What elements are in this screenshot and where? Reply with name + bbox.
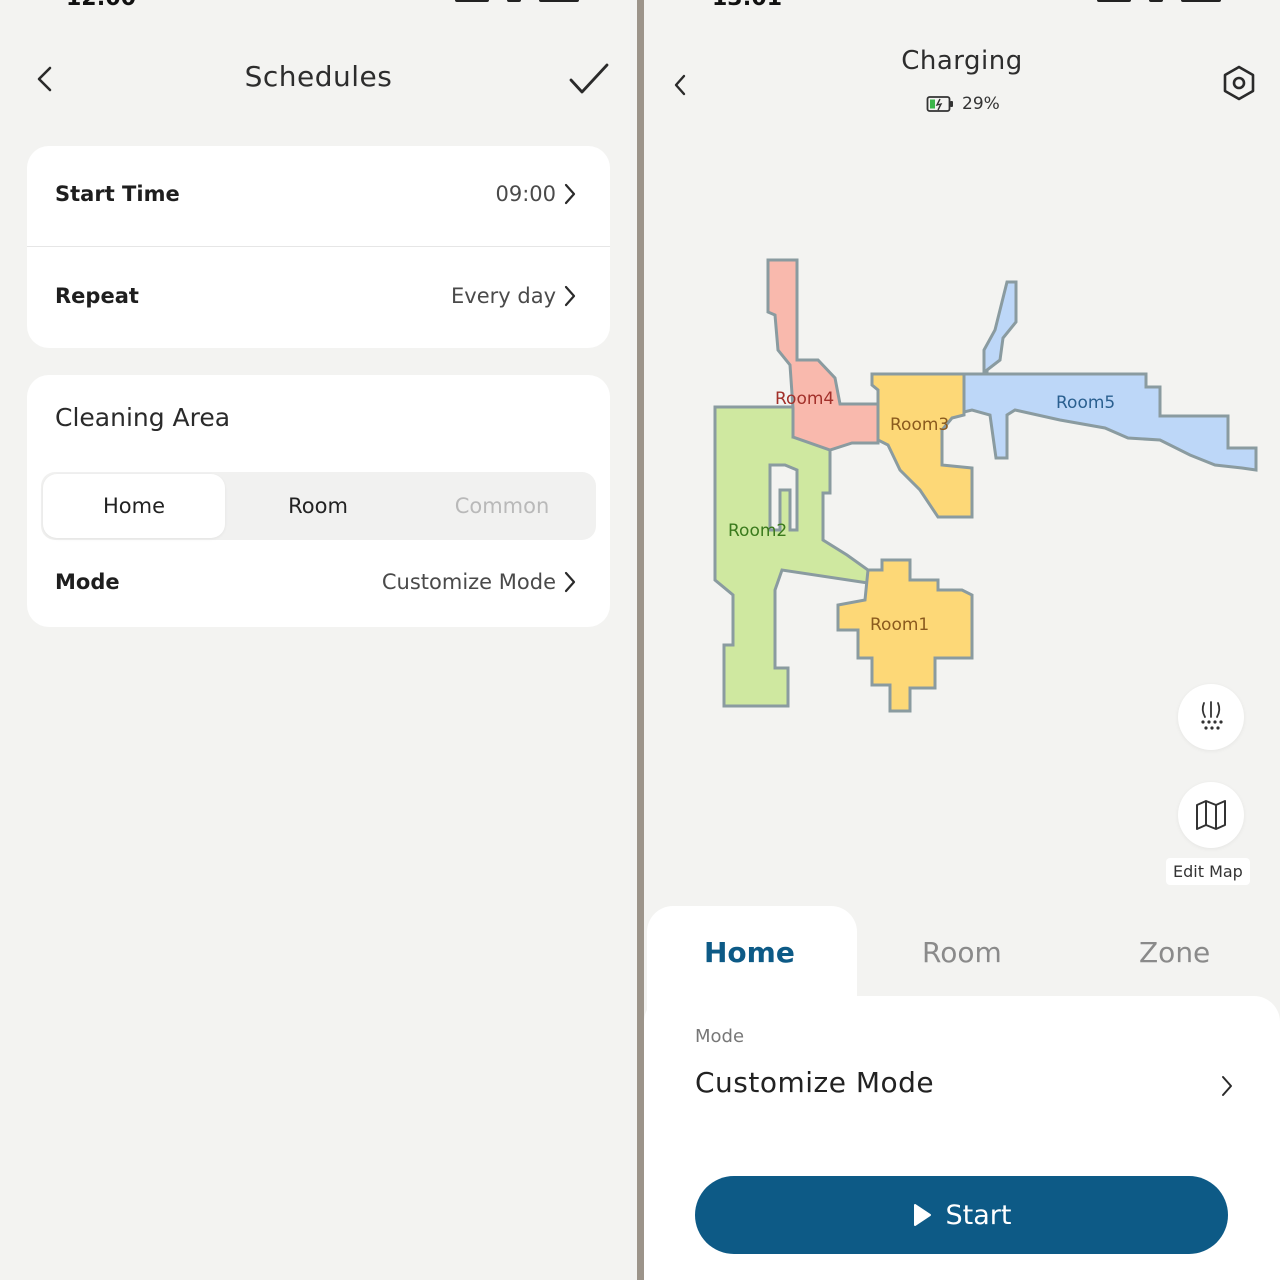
mode-row[interactable]: Mode Customize Mode xyxy=(27,553,610,613)
play-icon xyxy=(913,1204,931,1226)
room1-label: Room1 xyxy=(870,615,930,635)
segment-room[interactable]: Room xyxy=(227,472,409,540)
start-label: Start xyxy=(945,1199,1012,1231)
tab-zone[interactable]: Zone xyxy=(1139,936,1210,969)
start-time-row[interactable]: Start Time 09:00 xyxy=(27,146,610,246)
schedule-time-card: Start Time 09:00 Repeat Every day xyxy=(27,146,610,348)
cleaning-area-segmented-control: Home Room Common xyxy=(41,472,596,540)
confirm-check-icon[interactable] xyxy=(566,60,612,98)
bottom-sheet: Mode Customize Mode Start xyxy=(644,996,1280,1280)
room3-label: Room3 xyxy=(890,415,950,435)
mode-row[interactable]: Customize Mode xyxy=(644,1056,1280,1116)
chevron-right-icon xyxy=(564,571,576,593)
mode-caption: Mode xyxy=(695,1026,745,1047)
room5-label: Room5 xyxy=(1056,393,1116,413)
suction-mode-button[interactable] xyxy=(1178,684,1244,750)
chevron-right-icon xyxy=(1222,1076,1232,1096)
edit-map-label[interactable]: Edit Map xyxy=(1166,858,1250,885)
cleaning-area-title: Cleaning Area xyxy=(55,403,231,432)
repeat-value: Every day xyxy=(451,284,556,308)
page-title: Schedules xyxy=(244,60,393,93)
mode-value: Customize Mode xyxy=(695,1066,935,1099)
repeat-row[interactable]: Repeat Every day xyxy=(27,247,610,348)
schedules-screen: 12:00 Schedules Start Time 09:00 Repeat … xyxy=(0,0,637,1280)
mode-value: Customize Mode xyxy=(381,570,556,594)
room3-area[interactable] xyxy=(870,372,974,519)
start-time-label: Start Time xyxy=(55,182,180,206)
edit-map-button[interactable] xyxy=(1178,782,1244,848)
cleaning-area-card: Cleaning Area Home Room Common Mode Cust… xyxy=(27,375,610,627)
chevron-right-icon xyxy=(564,183,576,205)
cleaning-mode-tabs: Home Room Zone xyxy=(644,906,1280,1016)
segment-home[interactable]: Home xyxy=(43,474,225,538)
floor-map[interactable] xyxy=(644,0,1280,900)
mode-value-group: Customize Mode xyxy=(382,570,576,594)
room2-label: Room2 xyxy=(728,521,788,541)
screen-divider xyxy=(637,0,644,1280)
status-time: 12:00 xyxy=(66,0,136,11)
suction-icon xyxy=(1201,701,1223,730)
segment-common: Common xyxy=(454,494,550,518)
tab-home[interactable]: Home xyxy=(704,936,795,969)
tab-room[interactable]: Room xyxy=(922,936,1002,969)
room4-label: Room4 xyxy=(775,389,835,409)
room5-area[interactable] xyxy=(962,280,1258,472)
repeat-value-group: Every day xyxy=(451,284,576,308)
chevron-right-icon xyxy=(564,285,576,307)
map-icon xyxy=(1196,800,1226,830)
robot-map-screen: 13:01 Charging 29% xyxy=(644,0,1280,1280)
start-button[interactable]: Start xyxy=(695,1176,1228,1254)
repeat-label: Repeat xyxy=(55,284,139,308)
mode-label: Mode xyxy=(55,570,120,594)
room2-area[interactable] xyxy=(713,405,870,708)
start-time-value-group: 09:00 xyxy=(495,182,576,206)
start-time-value: 09:00 xyxy=(495,182,556,206)
status-icons xyxy=(455,0,579,4)
